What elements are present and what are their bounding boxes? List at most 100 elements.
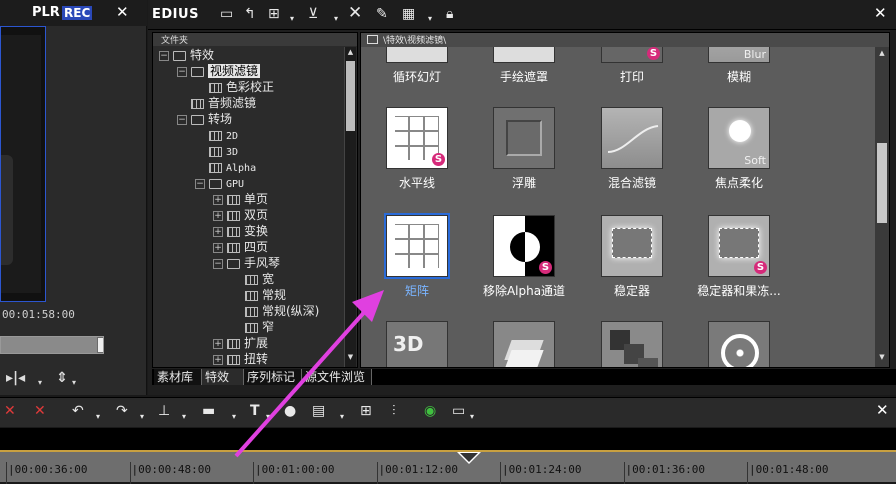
collapse-icon[interactable]: − — [177, 114, 187, 125]
tree-node[interactable]: 2D — [195, 127, 238, 143]
collapse-icon[interactable]: − — [177, 66, 187, 77]
expand-icon[interactable]: + — [213, 338, 223, 349]
tree-node[interactable]: Alpha — [195, 159, 256, 175]
effect-thumbnail[interactable] — [601, 107, 663, 169]
properties-icon[interactable]: ✎ — [376, 6, 388, 22]
tree-node[interactable]: + 扩展 — [213, 335, 268, 351]
scroll-thumb[interactable] — [877, 143, 887, 223]
close-icon[interactable]: ✕ — [874, 4, 887, 22]
add-clip-icon[interactable]: ⊥ — [158, 403, 170, 419]
bin-tab[interactable]: 特效 — [202, 369, 244, 385]
tree-node[interactable]: − 转场 — [177, 111, 232, 127]
chevron-down-icon[interactable]: ▾ — [72, 378, 76, 387]
mixer-icon[interactable]: ⫶ — [392, 403, 396, 419]
effect-thumbnail[interactable]: S — [601, 47, 663, 63]
tree-node[interactable]: + 单页 — [213, 191, 268, 207]
chevron-down-icon[interactable]: ▾ — [140, 412, 144, 421]
rec-label[interactable]: REC — [62, 6, 93, 20]
effect-thumbnail[interactable] — [708, 321, 770, 367]
chevron-down-icon[interactable]: ▾ — [232, 412, 236, 421]
chevron-down-icon[interactable]: ▾ — [470, 412, 474, 421]
new-folder-icon[interactable]: ⊞ — [268, 6, 280, 22]
timeline-ruler[interactable]: |00:00:36:00 |00:00:48:00 |00:01:00:00 |00:… — [0, 450, 896, 484]
tree-node[interactable]: + 变换 — [213, 223, 268, 239]
effect-thumbnail[interactable]: S — [708, 215, 770, 277]
tree-node[interactable]: 常规 — [231, 287, 286, 303]
table-icon[interactable]: ⊞ — [360, 403, 372, 419]
tree-node[interactable]: + 双页 — [213, 207, 268, 223]
microphone-icon[interactable]: ● — [284, 403, 296, 419]
effect-thumbnail[interactable] — [384, 213, 450, 279]
close-icon[interactable]: ✕ — [876, 401, 889, 419]
plr-label[interactable]: PLR — [32, 5, 60, 20]
tree-node[interactable]: − 手风琴 — [213, 255, 280, 271]
bin-tab[interactable]: 源文件浏览 — [302, 369, 372, 385]
scroll-up-icon[interactable]: ▲ — [346, 48, 355, 58]
tree-node[interactable]: − GPU — [195, 175, 244, 191]
expand-icon[interactable]: + — [213, 210, 223, 221]
window-icon[interactable]: ▭ — [452, 403, 465, 419]
effect-thumbnail[interactable]: Soft — [708, 107, 770, 169]
effect-thumbnail[interactable] — [601, 321, 663, 367]
effect-thumbnail[interactable] — [386, 47, 448, 63]
chevron-down-icon[interactable]: ▾ — [428, 14, 432, 23]
effect-thumbnail[interactable]: S — [386, 107, 448, 169]
effect-thumbnail[interactable] — [601, 215, 663, 277]
chevron-down-icon[interactable]: ▾ — [266, 412, 270, 421]
tree-node[interactable]: − 特效 — [159, 47, 214, 63]
effect-thumbnail[interactable]: S — [493, 215, 555, 277]
scroll-up-icon[interactable]: ▲ — [877, 49, 887, 59]
effect-thumbnail[interactable] — [493, 47, 555, 63]
tree-node[interactable]: − 视频滤镜 — [177, 63, 261, 79]
tree-node[interactable]: 窄 — [231, 319, 274, 335]
delete-icon[interactable]: ✕ — [348, 3, 362, 23]
tree-node[interactable]: + 四页 — [213, 239, 268, 255]
up-folder-icon[interactable]: ↰ — [244, 6, 256, 22]
chevron-down-icon[interactable]: ▾ — [340, 412, 344, 421]
bin-tab[interactable]: 序列标记 — [244, 369, 302, 385]
expand-icon[interactable]: + — [213, 194, 223, 205]
tree-node[interactable]: 宽 — [231, 271, 274, 287]
collapse-icon[interactable]: − — [195, 178, 205, 189]
tree-node[interactable]: + 扭转 — [213, 351, 268, 367]
effect-thumbnail[interactable] — [493, 321, 555, 367]
effect-thumbnail[interactable]: Blur — [708, 47, 770, 63]
chevron-down-icon[interactable]: ▾ — [96, 412, 100, 421]
collapse-icon[interactable]: − — [213, 258, 223, 269]
delete-clip-icon[interactable]: ✕ — [4, 403, 16, 419]
tree-node[interactable]: 常规(纵深) — [231, 303, 319, 319]
ripple-delete-icon[interactable]: ✕ — [34, 403, 46, 419]
color-icon[interactable]: ◉ — [424, 403, 436, 419]
expand-icon[interactable]: + — [213, 242, 223, 253]
tree-node[interactable]: 音频滤镜 — [177, 95, 256, 111]
player-scrubber[interactable] — [0, 336, 104, 354]
title-icon[interactable]: T — [250, 403, 260, 419]
scroll-thumb[interactable] — [346, 61, 355, 131]
chevron-down-icon[interactable]: ▾ — [182, 412, 186, 421]
collapse-icon[interactable]: − — [159, 50, 169, 61]
trim-icon[interactable]: ▸|◂ — [6, 370, 25, 386]
chevron-down-icon[interactable]: ▾ — [334, 14, 338, 23]
expand-icon[interactable]: + — [213, 354, 223, 365]
chevron-down-icon[interactable]: ▾ — [38, 378, 42, 387]
bin-tab[interactable]: 素材库 — [154, 369, 202, 385]
tree-node[interactable]: 3D — [195, 143, 238, 159]
view-mode-icon[interactable]: ▦ — [402, 6, 415, 22]
export-icon[interactable]: ▤ — [312, 403, 325, 419]
grid-scrollbar[interactable]: ▲ ▼ — [875, 47, 889, 367]
scroll-down-icon[interactable]: ▼ — [877, 353, 887, 363]
snapshot-icon[interactable]: ▬ — [202, 403, 215, 419]
folder-icon[interactable]: ▭ — [220, 6, 233, 22]
chevron-down-icon[interactable]: ▾ — [290, 14, 294, 23]
tree-scrollbar[interactable]: ▲ ▼ — [344, 47, 356, 367]
scroll-down-icon[interactable]: ▼ — [346, 353, 355, 363]
redo-icon[interactable]: ↷ — [116, 403, 128, 419]
expand-icon[interactable]: + — [213, 226, 223, 237]
player-preview[interactable] — [0, 26, 46, 302]
effect-thumbnail[interactable] — [493, 107, 555, 169]
tree-node[interactable]: 色彩校正 — [195, 79, 274, 95]
effect-thumbnail[interactable]: 3D — [386, 321, 448, 367]
undo-icon[interactable]: ↶ — [72, 403, 84, 419]
scrubber-handle[interactable] — [98, 338, 103, 352]
close-icon[interactable]: ✕ — [116, 3, 129, 21]
